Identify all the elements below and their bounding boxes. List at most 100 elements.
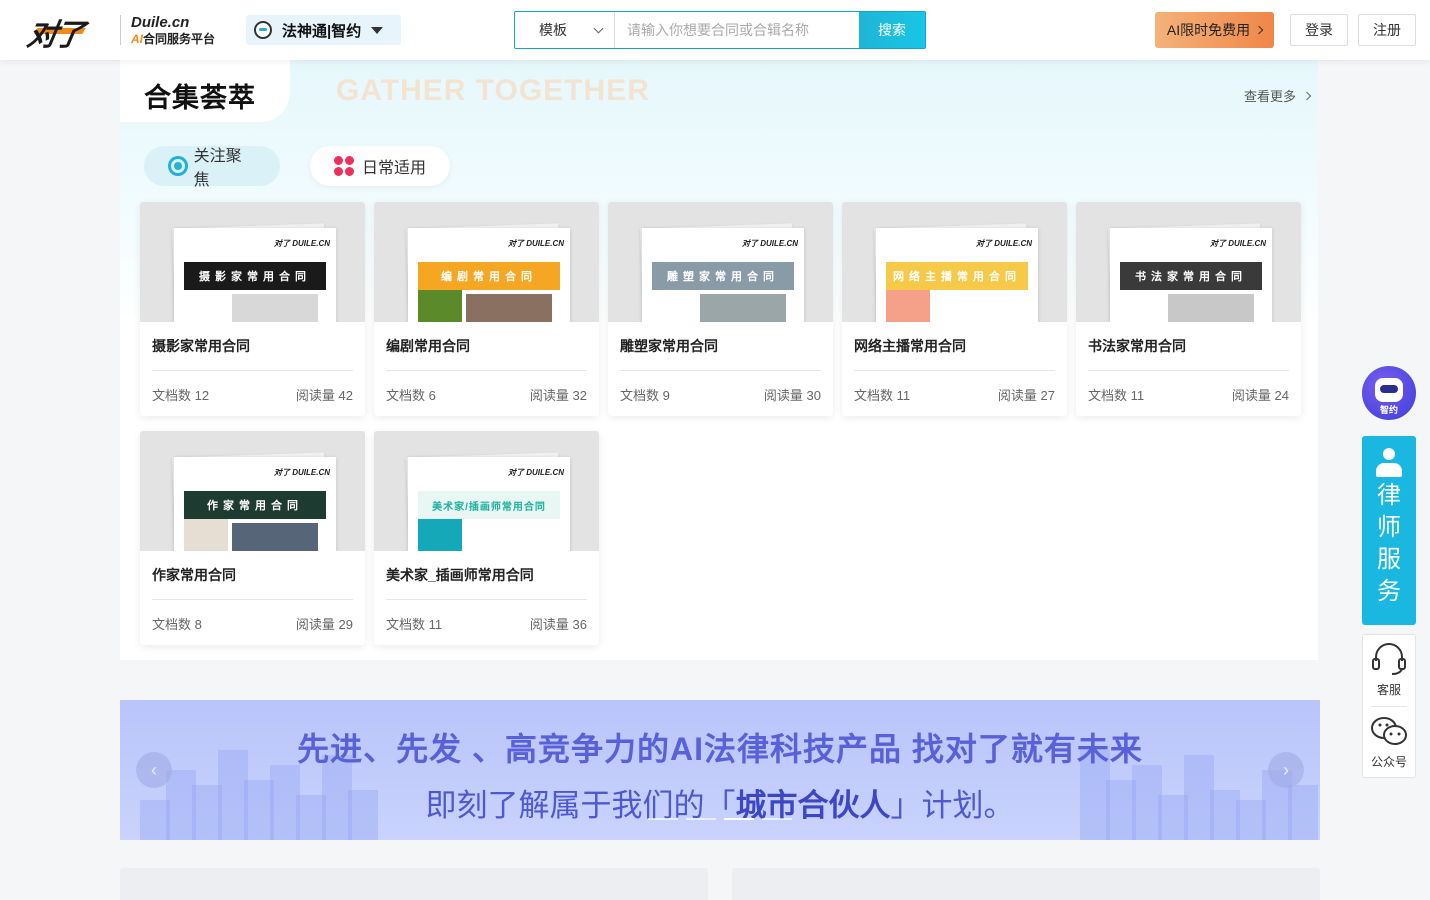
cover-banner: 美术家/插画师常用合同: [418, 491, 560, 519]
see-more-link[interactable]: 查看更多: [1243, 86, 1312, 105]
lawyer-char: 师: [1377, 514, 1401, 541]
mini-logo: 对了 DUILE.CN: [508, 239, 564, 248]
logo-domain: Duile.cn: [131, 14, 190, 31]
target-icon: [168, 156, 188, 176]
register-button[interactable]: 注册: [1358, 14, 1416, 46]
chevron-right-icon: [1254, 25, 1264, 35]
card-title: 美术家_插画师常用合同: [386, 567, 534, 583]
lawyer-service-button[interactable]: 律 师 服 务: [1362, 436, 1416, 625]
contract-card[interactable]: 对了 DUILE.CN 编剧常用合同 编剧常用合同 文档数 6 阅读量 32: [374, 202, 599, 416]
product-switcher[interactable]: 法神通|智约: [246, 15, 401, 45]
robot-icon: [1375, 378, 1403, 402]
login-button[interactable]: 登录: [1290, 14, 1348, 46]
mini-logo: 对了 DUILE.CN: [976, 239, 1032, 248]
see-more-label: 查看更多: [1243, 89, 1296, 104]
site-logo[interactable]: 对了 Duile.cn AI合同服务平台: [24, 14, 215, 52]
contract-card[interactable]: 对了 DUILE.CN 美术家/插画师常用合同美术家_插画师常用合同 文档数 11 阅…: [374, 431, 599, 645]
card-cover-image: 对了 DUILE.CN 书法家常用合同: [1076, 202, 1301, 322]
contract-card[interactable]: 对了 DUILE.CN 摄影家常用合同摄影家常用合同 文档数 12 阅读量 42: [140, 202, 365, 416]
search-button[interactable]: 搜索: [859, 12, 925, 48]
ai-free-label: AI限时免费用: [1166, 22, 1251, 38]
carousel-dot-active[interactable]: [724, 818, 754, 820]
logo-mark: 对了: [24, 19, 86, 52]
lawyer-service-label: 律 师 服 务: [1376, 480, 1402, 608]
customer-service-label: 客服: [1376, 683, 1401, 697]
ai-assistant-label: 智约: [1379, 405, 1398, 415]
card-title: 摄影家常用合同: [152, 338, 250, 354]
mini-logo: 对了 DUILE.CN: [274, 468, 330, 477]
card-doc-count: 文档数 11: [386, 617, 443, 632]
official-account-label: 公众号: [1370, 755, 1407, 769]
chevron-down-icon: [593, 23, 604, 33]
tab-focus-label: 关注聚焦: [193, 148, 242, 189]
mini-logo: 对了 DUILE.CN: [1210, 239, 1266, 248]
cover-banner: 雕塑家常用合同: [652, 262, 794, 290]
card-doc-count: 文档数 12: [152, 388, 210, 403]
card-doc-count: 文档数 11: [1088, 388, 1145, 403]
chevron-right-icon: [1302, 91, 1312, 100]
carousel-dot[interactable]: [648, 818, 678, 820]
top-header: 对了 Duile.cn AI合同服务平台 法神通|智约 模板 搜索 AI限时免费…: [0, 0, 1430, 60]
ai-free-button[interactable]: AI限时免费用: [1155, 12, 1274, 48]
caret-down-icon: [371, 26, 384, 34]
carousel-prev-button[interactable]: ‹: [136, 752, 172, 788]
wechat-icon: [1371, 717, 1407, 745]
card-doc-count: 文档数 9: [620, 388, 670, 403]
card-cover-image: 对了 DUILE.CN 编剧常用合同: [374, 202, 599, 322]
card-cover-image: 对了 DUILE.CN 摄影家常用合同: [140, 202, 365, 322]
mini-logo: 对了 DUILE.CN: [742, 239, 798, 248]
lawyer-char: 服: [1377, 546, 1401, 573]
carousel-indicators: [648, 818, 792, 820]
partner-promo-banner[interactable]: 先进、先发 、高竞争力的AI法律科技产品 找对了就有未来 即刻了解属于我们的「城…: [120, 700, 1320, 840]
section-title: 合集荟萃: [144, 83, 256, 113]
ai-assistant-button[interactable]: 智约: [1362, 366, 1416, 420]
search-input[interactable]: [615, 12, 859, 48]
card-read-count: 阅读量 36: [529, 617, 587, 632]
card-cover-image: 对了 DUILE.CN 美术家/插画师常用合同: [374, 431, 599, 551]
promo-subline-suffix: 」计划。: [890, 788, 1015, 823]
carousel-next-button[interactable]: ›: [1268, 752, 1304, 788]
search-category-label: 模板: [539, 22, 567, 38]
card-doc-count: 文档数 11: [854, 388, 911, 403]
card-title: 网络主播常用合同: [854, 338, 966, 354]
search-category-select[interactable]: 模板: [515, 12, 615, 48]
logo-ai: AI: [131, 32, 143, 46]
cover-banner: 作家常用合同: [184, 491, 326, 519]
collection-section: 合集荟萃 GATHER TOGETHER 查看更多 关注聚焦 日常适用 对了 D…: [120, 60, 1318, 660]
bottom-panel-right: [732, 868, 1320, 900]
promo-headline: 先进、先发 、高竞争力的AI法律科技产品 找对了就有未来: [297, 731, 1143, 767]
tab-daily[interactable]: 日常适用: [310, 146, 450, 186]
card-read-count: 阅读量 32: [529, 388, 587, 403]
card-title: 书法家常用合同: [1088, 338, 1186, 354]
mini-logo: 对了 DUILE.CN: [508, 468, 564, 477]
official-account-button[interactable]: 公众号: [1363, 715, 1415, 770]
card-read-count: 阅读量 29: [295, 617, 353, 632]
tab-focus[interactable]: 关注聚焦: [144, 146, 280, 189]
card-read-count: 阅读量 42: [295, 388, 353, 403]
card-cover-image: 对了 DUILE.CN 作家常用合同: [140, 431, 365, 551]
mini-logo: 对了 DUILE.CN: [274, 239, 330, 248]
card-doc-count: 文档数 8: [152, 617, 202, 632]
flower-icon: [334, 156, 354, 176]
logo-tagline-row: AI合同服务平台: [131, 33, 215, 45]
section-title-en: GATHER TOGETHER: [336, 74, 650, 107]
card-read-count: 阅读量 24: [1231, 388, 1289, 403]
carousel-dot[interactable]: [686, 818, 716, 820]
card-read-count: 阅读量 27: [997, 388, 1055, 403]
cover-banner: 编剧常用合同: [418, 262, 560, 290]
card-cover-image: 对了 DUILE.CN 网络主播常用合同: [842, 202, 1067, 322]
contract-card[interactable]: 对了 DUILE.CN 雕塑家常用合同 雕塑家常用合同 文档数 9 阅读量 30: [608, 202, 833, 416]
contract-card[interactable]: 对了 DUILE.CN 书法家常用合同书法家常用合同 文档数 11 阅读量 24: [1076, 202, 1301, 416]
lawyer-char: 律: [1377, 482, 1401, 509]
contact-panel: 客服 公众号: [1362, 634, 1416, 778]
cover-banner: 网络主播常用合同: [886, 262, 1028, 290]
divider: [1371, 706, 1407, 707]
carousel-dot[interactable]: [762, 818, 792, 820]
search-bar: 模板 搜索: [514, 11, 926, 49]
card-read-count: 阅读量 30: [763, 388, 821, 403]
contract-card[interactable]: 对了 DUILE.CN 作家常用合同 作家常用合同文档数 8 阅读量 29: [140, 431, 365, 645]
contract-card[interactable]: 对了 DUILE.CN 网络主播常用合同 网络主播常用合同 文档数 11 阅读量 27: [842, 202, 1067, 416]
logo-text: Duile.cn AI合同服务平台: [120, 15, 215, 45]
customer-service-button[interactable]: 客服: [1363, 641, 1415, 698]
headset-icon: [1372, 643, 1406, 675]
